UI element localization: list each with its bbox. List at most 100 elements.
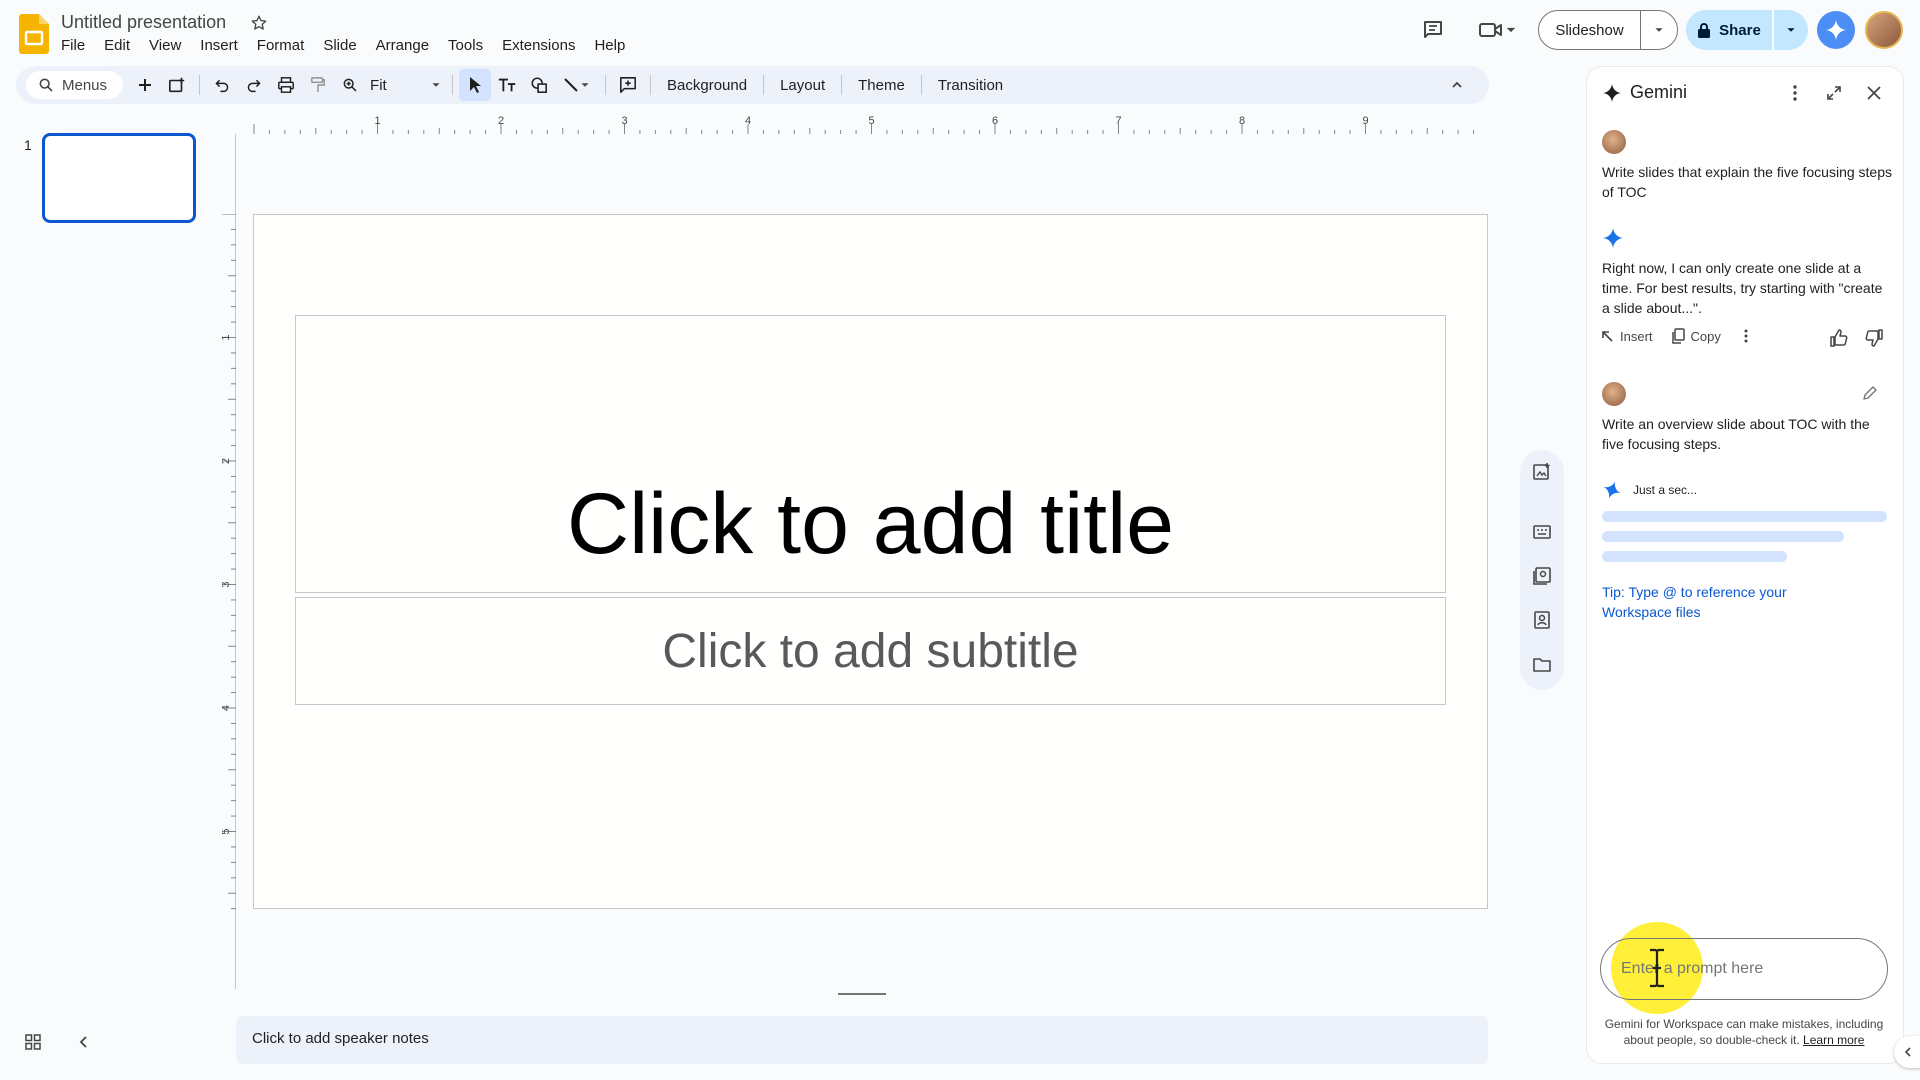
menu-extensions[interactable]: Extensions (502, 37, 585, 54)
new-slide-button[interactable] (129, 69, 161, 101)
edit-pencil-icon[interactable] (1862, 385, 1878, 401)
thumbs-up-icon[interactable] (1829, 328, 1849, 348)
grid-view-button[interactable] (25, 1034, 41, 1050)
plus-icon (139, 79, 152, 91)
slideshow-dropdown[interactable] (1641, 11, 1677, 49)
share-button[interactable]: Share (1686, 10, 1808, 50)
menu-insert[interactable]: Insert (200, 37, 248, 54)
print-icon (278, 77, 294, 93)
tip-link[interactable]: Tip: Type @ to reference your Workspace … (1602, 582, 1852, 622)
gemini-button[interactable] (1817, 11, 1855, 49)
disclaimer: Gemini for Workspace can make mistakes, … (1600, 1016, 1888, 1048)
ruler-label: 5 (222, 828, 232, 834)
ruler-label: 1 (222, 334, 232, 340)
paint-format-button[interactable] (302, 69, 334, 101)
layout-button[interactable]: Layout (770, 77, 835, 94)
learn-more-link[interactable]: Learn more (1803, 1033, 1864, 1047)
close-icon[interactable] (1866, 85, 1882, 101)
toolbar-divider (920, 75, 922, 95)
slide-thumbnail[interactable] (42, 133, 196, 223)
share-dropdown[interactable] (1774, 10, 1808, 50)
transition-button[interactable]: Transition (928, 77, 1013, 94)
insert-label: Insert (1620, 328, 1653, 344)
notes-resize-handle[interactable] (838, 993, 886, 995)
menu-tools[interactable]: Tools (448, 37, 493, 54)
menu-format[interactable]: Format (257, 37, 315, 54)
comments-button[interactable] (1417, 14, 1449, 46)
more-vert-icon[interactable] (1741, 328, 1751, 344)
menu-help[interactable]: Help (594, 37, 635, 54)
comment-add-button[interactable] (612, 69, 644, 101)
folder-icon[interactable] (1532, 654, 1552, 674)
horizontal-ruler: 1 2 3 4 5 6 7 8 9 (253, 115, 1475, 134)
subtitle-placeholder[interactable]: Click to add subtitle (295, 597, 1446, 705)
menu-view[interactable]: View (149, 37, 191, 54)
collapse-toolbar-button[interactable] (1441, 69, 1473, 101)
copy-button[interactable]: Copy (1671, 328, 1721, 344)
speaker-notes[interactable]: Click to add speaker notes (236, 1016, 1488, 1064)
slideshow-label[interactable]: Slideshow (1539, 11, 1641, 49)
insert-button[interactable]: Insert (1600, 329, 1653, 344)
import-slide-button[interactable] (161, 69, 193, 101)
ruler-label: 2 (222, 458, 232, 464)
image-add-icon[interactable] (1532, 462, 1552, 482)
undo-button[interactable] (206, 69, 238, 101)
add-comment-icon (620, 77, 636, 93)
redo-icon (247, 79, 261, 93)
select-tool-button[interactable] (459, 69, 492, 101)
line-button[interactable] (555, 69, 599, 101)
menu-slide[interactable]: Slide (323, 37, 366, 54)
document-title[interactable]: Untitled presentation (61, 12, 226, 33)
chevron-left-icon (79, 1036, 87, 1048)
lock-icon (1698, 23, 1711, 38)
show-side-panel-button[interactable] (1894, 1036, 1920, 1068)
gemini-sparkle-icon (1825, 19, 1847, 41)
expand-icon[interactable] (1826, 85, 1842, 101)
menu-edit[interactable]: Edit (104, 37, 140, 54)
menu-arrange[interactable]: Arrange (376, 37, 439, 54)
video-camera-icon (1479, 23, 1502, 37)
ruler-label: 7 (1115, 115, 1121, 127)
insert-arrow-icon (1602, 331, 1613, 342)
text-box-button[interactable] (491, 69, 523, 101)
theme-button[interactable]: Theme (848, 77, 915, 94)
slide-number: 1 (24, 137, 32, 153)
more-vert-icon[interactable] (1786, 84, 1804, 102)
zoom-button[interactable] (334, 69, 366, 101)
chevron-down-icon (581, 83, 589, 87)
add-slide-icon (169, 77, 185, 93)
search-icon (39, 78, 53, 92)
background-button[interactable]: Background (657, 77, 757, 94)
image-button[interactable] (523, 69, 555, 101)
redo-button[interactable] (238, 69, 270, 101)
account-avatar[interactable] (1865, 11, 1903, 49)
zoom-select[interactable]: Fit (366, 77, 446, 94)
title-placeholder-text: Click to add title (566, 476, 1175, 572)
menu-file[interactable]: File (61, 37, 95, 54)
title-placeholder[interactable]: Click to add title (295, 315, 1446, 593)
vertical-ruler: 1 2 3 4 5 (222, 214, 236, 910)
keep-icon[interactable] (1532, 566, 1552, 586)
menu-search-label: Menus (62, 76, 108, 94)
side-panel-rail (1520, 450, 1564, 690)
ruler-label: 6 (992, 115, 998, 127)
slideshow-button[interactable]: Slideshow (1538, 10, 1678, 50)
meet-button[interactable] (1473, 14, 1523, 46)
print-button[interactable] (270, 69, 302, 101)
slides-logo[interactable] (19, 14, 49, 54)
prompt-input[interactable]: Enter a prompt here (1600, 938, 1888, 1000)
thumbs-down-icon[interactable] (1864, 328, 1884, 348)
subtitle-placeholder-text: Click to add subtitle (662, 624, 1079, 678)
zoom-icon (343, 78, 357, 92)
gemini-sparkle-icon (1602, 83, 1622, 103)
hide-filmstrip-button[interactable] (76, 1034, 92, 1050)
contacts-icon[interactable] (1532, 610, 1552, 630)
text-box-icon (498, 78, 516, 92)
ruler-label: 4 (745, 115, 751, 127)
line-icon (564, 78, 578, 92)
zoom-value: Fit (370, 76, 387, 94)
menu-search[interactable]: Menus (26, 71, 124, 99)
star-icon[interactable] (250, 14, 268, 32)
loading-text: Just a sec... (1633, 483, 1698, 497)
keyboard-icon[interactable] (1532, 522, 1552, 542)
